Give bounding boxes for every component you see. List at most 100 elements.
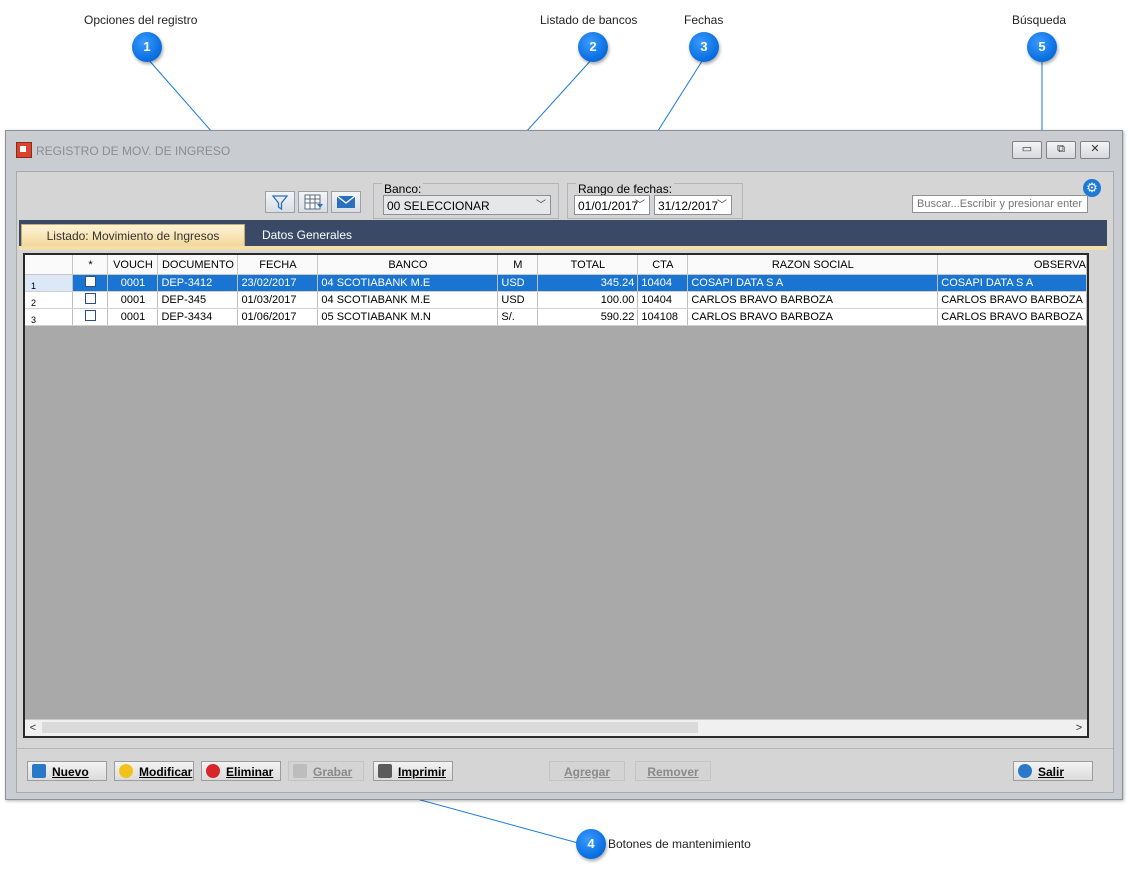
cell-m: USD (497, 291, 539, 309)
annotation-label-1: Opciones del registro (84, 13, 198, 27)
fecha-desde-picker[interactable]: 01/01/2017 ﹀ (574, 195, 650, 215)
column-header-banco[interactable]: BANCO (317, 255, 499, 275)
email-icon (336, 195, 356, 208)
table-row[interactable]: 3 0001 DEP-3434 01/06/2017 05 SCOTIABANK… (25, 308, 1087, 326)
cell-observa: CARLOS BRAVO BARBOZA (937, 308, 1087, 326)
modificar-button[interactable]: Modificar (114, 761, 194, 781)
delete-icon (206, 764, 220, 778)
cell-documento: DEP-3412 (157, 274, 239, 292)
column-header-m[interactable]: M (497, 255, 539, 275)
row-checkbox[interactable] (72, 308, 109, 326)
title-bar[interactable]: REGISTRO DE MOV. DE INGRESO ▭ ⧉ ✕ (6, 131, 1122, 167)
minimize-icon: ▭ (1021, 143, 1033, 155)
modificar-label: Modificar (139, 765, 193, 779)
agregar-button[interactable]: Agregar (549, 761, 625, 781)
salir-label: Salir (1038, 765, 1065, 779)
filter-button[interactable] (265, 191, 295, 213)
data-grid[interactable]: * VOUCH DOCUMENTO FECHA BANCO M TOTAL CT… (23, 253, 1089, 738)
exit-icon (1018, 764, 1032, 778)
annotation-badge-1: 1 (132, 32, 162, 62)
cell-razon-social: CARLOS BRAVO BARBOZA (687, 308, 939, 326)
grabar-button[interactable]: Grabar (288, 761, 364, 781)
close-button[interactable]: ✕ (1080, 141, 1110, 159)
annotation-label-2: Listado de bancos (540, 13, 638, 27)
column-header-check[interactable]: * (72, 255, 109, 275)
client-area: Banco: 00 SELECCIONAR ﹀ Rango de fechas:… (16, 171, 1114, 793)
fecha-hasta-picker[interactable]: 31/12/2017 ﹀ (654, 195, 732, 215)
column-header-total[interactable]: TOTAL (537, 255, 639, 275)
remover-button[interactable]: Remover (635, 761, 711, 781)
tab-bar: Listado: Movimiento de Ingresos Datos Ge… (19, 220, 1107, 246)
minimize-button[interactable]: ▭ (1012, 141, 1042, 159)
tab-listado[interactable]: Listado: Movimiento de Ingresos (21, 224, 245, 246)
row-number: 2 (25, 291, 74, 309)
cell-cta: 10404 (637, 291, 689, 309)
row-number: 3 (25, 308, 74, 326)
annotation-label-3: Fechas (684, 13, 724, 27)
chevron-left-icon[interactable]: < (25, 720, 41, 736)
search-input[interactable] (912, 195, 1088, 213)
grabar-label: Grabar (313, 765, 353, 779)
chevron-down-icon: ﹀ (717, 200, 727, 211)
horizontal-scrollbar[interactable]: < > (25, 719, 1087, 736)
cell-vouch: 0001 (107, 308, 159, 326)
cell-fecha: 23/02/2017 (237, 274, 319, 292)
cell-cta: 10404 (637, 274, 689, 292)
agregar-label: Agregar (563, 765, 610, 779)
chevron-down-icon: ﹀ (635, 200, 645, 211)
cell-documento: DEP-345 (157, 291, 239, 309)
nuevo-button[interactable]: Nuevo (27, 761, 107, 781)
add-document-icon (32, 764, 46, 778)
tab-underline (19, 246, 1107, 250)
window-title: REGISTRO DE MOV. DE INGRESO (36, 144, 231, 158)
cell-documento: DEP-3434 (157, 308, 239, 326)
scrollbar-thumb[interactable] (42, 722, 698, 733)
annotation-badge-5: 5 (1027, 32, 1057, 62)
column-header-documento[interactable]: DOCUMENTO (157, 255, 239, 275)
eliminar-button[interactable]: Eliminar (201, 761, 281, 781)
cell-m: USD (497, 274, 539, 292)
email-button[interactable] (331, 191, 361, 213)
close-icon: ✕ (1090, 143, 1100, 155)
annotation-label-5: Búsqueda (1012, 13, 1067, 27)
edit-icon (119, 764, 133, 778)
annotation-badge-3: 3 (689, 32, 719, 62)
cell-razon-social: CARLOS BRAVO BARBOZA (687, 291, 939, 309)
filter-icon (271, 195, 289, 211)
banco-select[interactable]: 00 SELECCIONAR ﹀ (383, 195, 551, 215)
imprimir-button[interactable]: Imprimir (373, 761, 453, 781)
column-header-observa[interactable]: OBSERVA (937, 255, 1087, 275)
table-row[interactable]: 2 0001 DEP-345 01/03/2017 04 SCOTIABANK … (25, 291, 1087, 309)
fecha-hasta-value: 31/12/2017 (658, 199, 719, 213)
column-header-fecha[interactable]: FECHA (237, 255, 319, 275)
fechas-group: Rango de fechas: 01/01/2017 ﹀ 31/12/2017… (567, 182, 743, 219)
checkbox-icon (84, 310, 96, 321)
maintenance-buttons: Nuevo Modificar Eliminar Grabar Imprimir… (17, 748, 1113, 793)
app-window: REGISTRO DE MOV. DE INGRESO ▭ ⧉ ✕ Banco:… (5, 130, 1123, 800)
grid-columns-icon (304, 194, 323, 210)
annotation-badge-4: 4 (576, 829, 606, 859)
cell-banco: 05 SCOTIABANK M.N (317, 308, 499, 326)
cell-observa: COSAPI DATA S A (937, 274, 1087, 292)
row-checkbox[interactable] (72, 291, 109, 309)
chevron-right-icon[interactable]: > (1071, 720, 1087, 736)
restore-button[interactable]: ⧉ (1046, 141, 1076, 159)
column-header-razon-social[interactable]: RAZON SOCIAL (687, 255, 939, 275)
row-checkbox[interactable] (72, 274, 109, 292)
table-row[interactable]: 1 0001 DEP-3412 23/02/2017 04 SCOTIABANK… (25, 274, 1087, 292)
cell-fecha: 01/03/2017 (237, 291, 319, 309)
column-header-cta[interactable]: CTA (637, 255, 689, 275)
filter-toolbar: Banco: 00 SELECCIONAR ﹀ Rango de fechas:… (17, 172, 1113, 220)
cell-observa: CARLOS BRAVO BARBOZA (937, 291, 1087, 309)
app-icon (16, 142, 32, 158)
nuevo-label: Nuevo (52, 765, 89, 779)
tab-datos-generales[interactable]: Datos Generales (255, 224, 359, 246)
cell-vouch: 0001 (107, 291, 159, 309)
column-header-rownum[interactable] (25, 255, 74, 275)
column-header-vouch[interactable]: VOUCH (107, 255, 159, 275)
printer-icon (378, 764, 392, 778)
banco-label: Banco: (382, 182, 424, 196)
salir-button[interactable]: Salir (1013, 761, 1093, 781)
columns-button[interactable] (298, 191, 328, 213)
annotation-label-4: Botones de mantenimiento (608, 837, 751, 851)
